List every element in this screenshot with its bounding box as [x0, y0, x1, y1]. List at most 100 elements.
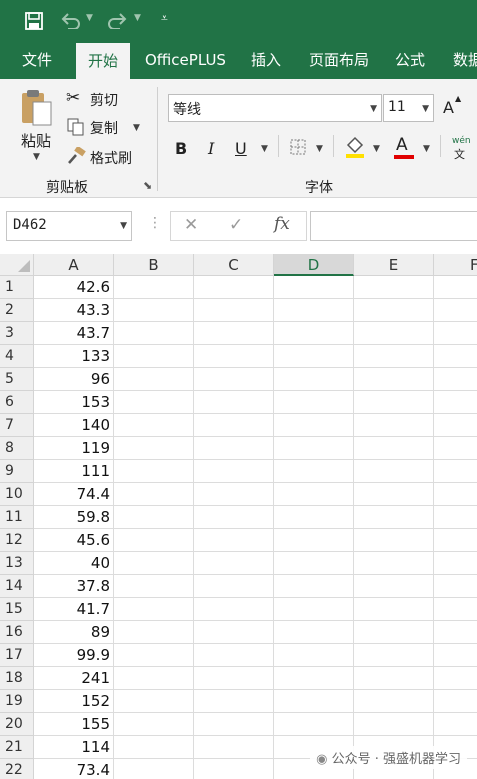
cell-d[interactable] [274, 483, 354, 506]
cell-c[interactable] [194, 621, 274, 644]
cell-f[interactable] [434, 529, 477, 552]
border-dropdown-icon[interactable]: ▼ [316, 144, 323, 154]
format-painter-button[interactable]: 格式刷 [90, 148, 132, 168]
name-box-dropdown-icon[interactable]: ▼ [120, 221, 127, 231]
tab-home[interactable]: 开始 [76, 43, 130, 79]
cell-b[interactable] [114, 322, 194, 345]
cell-f[interactable] [434, 460, 477, 483]
clipboard-launcher-icon[interactable]: ⬊ [143, 179, 152, 192]
cell-e[interactable] [354, 368, 434, 391]
cell-d[interactable] [274, 598, 354, 621]
cell-b[interactable] [114, 414, 194, 437]
select-all-corner[interactable] [0, 254, 34, 276]
cell-a[interactable]: 59.8 [34, 506, 114, 529]
font-color-button[interactable]: A [396, 135, 408, 155]
row-header[interactable]: 6 [0, 391, 34, 414]
cell-a[interactable]: 89 [34, 621, 114, 644]
font-size-dropdown-icon[interactable]: ▼ [422, 104, 429, 114]
cell-b[interactable] [114, 460, 194, 483]
cell-f[interactable] [434, 483, 477, 506]
cell-e[interactable] [354, 345, 434, 368]
copy-button[interactable]: 复制 [90, 118, 118, 138]
tab-officeplus[interactable]: OfficePLUS [145, 42, 226, 79]
cell-a[interactable]: 133 [34, 345, 114, 368]
cell-b[interactable] [114, 575, 194, 598]
spreadsheet-grid[interactable]: A B C D E F 1 42.6 2 43.3 3 43.7 4 133 5 96 6 153 7 1… [0, 254, 477, 779]
cell-d[interactable] [274, 552, 354, 575]
tab-data[interactable]: 数据 [453, 42, 477, 79]
row-header[interactable]: 13 [0, 552, 34, 575]
cell-f[interactable] [434, 368, 477, 391]
row-header[interactable]: 1 [0, 276, 34, 299]
cell-b[interactable] [114, 552, 194, 575]
cell-b[interactable] [114, 368, 194, 391]
font-name-dropdown-icon[interactable]: ▼ [370, 104, 377, 114]
cell-f[interactable] [434, 391, 477, 414]
row-header[interactable]: 18 [0, 667, 34, 690]
cell-c[interactable] [194, 713, 274, 736]
cell-b[interactable] [114, 713, 194, 736]
cell-e[interactable] [354, 460, 434, 483]
bold-button[interactable]: B [175, 139, 187, 158]
row-header[interactable]: 16 [0, 621, 34, 644]
cell-a[interactable]: 45.6 [34, 529, 114, 552]
paste-icon[interactable] [20, 88, 54, 128]
cell-e[interactable] [354, 598, 434, 621]
cell-a[interactable]: 41.7 [34, 598, 114, 621]
name-box[interactable]: D462 ▼ [6, 211, 132, 241]
cell-d[interactable] [274, 414, 354, 437]
cell-e[interactable] [354, 483, 434, 506]
cell-d[interactable] [274, 322, 354, 345]
cell-b[interactable] [114, 276, 194, 299]
cell-b[interactable] [114, 437, 194, 460]
column-header-f[interactable]: F [434, 254, 477, 276]
cell-d[interactable] [274, 391, 354, 414]
cell-c[interactable] [194, 391, 274, 414]
phonetic-guide-button[interactable]: 文 [454, 146, 465, 162]
cell-e[interactable] [354, 529, 434, 552]
cell-c[interactable] [194, 667, 274, 690]
cell-c[interactable] [194, 322, 274, 345]
paste-dropdown-icon[interactable]: ▼ [33, 152, 40, 162]
cell-a[interactable]: 73.4 [34, 759, 114, 779]
cell-c[interactable] [194, 437, 274, 460]
cell-f[interactable] [434, 552, 477, 575]
cell-e[interactable] [354, 690, 434, 713]
italic-button[interactable]: I [208, 139, 214, 158]
row-header[interactable]: 21 [0, 736, 34, 759]
font-color-dropdown-icon[interactable]: ▼ [423, 144, 430, 154]
cell-e[interactable] [354, 575, 434, 598]
cell-f[interactable] [434, 299, 477, 322]
cell-e[interactable] [354, 299, 434, 322]
cell-b[interactable] [114, 690, 194, 713]
phonetic-guide-top[interactable]: wén [452, 136, 471, 146]
cell-e[interactable] [354, 276, 434, 299]
cell-a[interactable]: 96 [34, 368, 114, 391]
row-header[interactable]: 17 [0, 644, 34, 667]
cell-b[interactable] [114, 598, 194, 621]
cell-f[interactable] [434, 621, 477, 644]
cell-a[interactable]: 140 [34, 414, 114, 437]
cell-d[interactable] [274, 690, 354, 713]
cell-b[interactable] [114, 644, 194, 667]
copy-icon[interactable] [67, 118, 85, 136]
cell-f[interactable] [434, 506, 477, 529]
cell-f[interactable] [434, 437, 477, 460]
cancel-button[interactable]: ✕ [184, 215, 198, 235]
row-header[interactable]: 9 [0, 460, 34, 483]
cell-e[interactable] [354, 391, 434, 414]
row-header[interactable]: 8 [0, 437, 34, 460]
cell-f[interactable] [434, 414, 477, 437]
row-header[interactable]: 3 [0, 322, 34, 345]
cell-c[interactable] [194, 414, 274, 437]
cell-e[interactable] [354, 621, 434, 644]
cell-c[interactable] [194, 759, 274, 779]
fill-color-icon[interactable] [344, 135, 366, 159]
cell-e[interactable] [354, 713, 434, 736]
tab-page-layout[interactable]: 页面布局 [309, 42, 369, 79]
tab-formulas[interactable]: 公式 [395, 42, 425, 79]
cell-f[interactable] [434, 322, 477, 345]
cell-d[interactable] [274, 437, 354, 460]
cell-b[interactable] [114, 736, 194, 759]
cell-f[interactable] [434, 345, 477, 368]
